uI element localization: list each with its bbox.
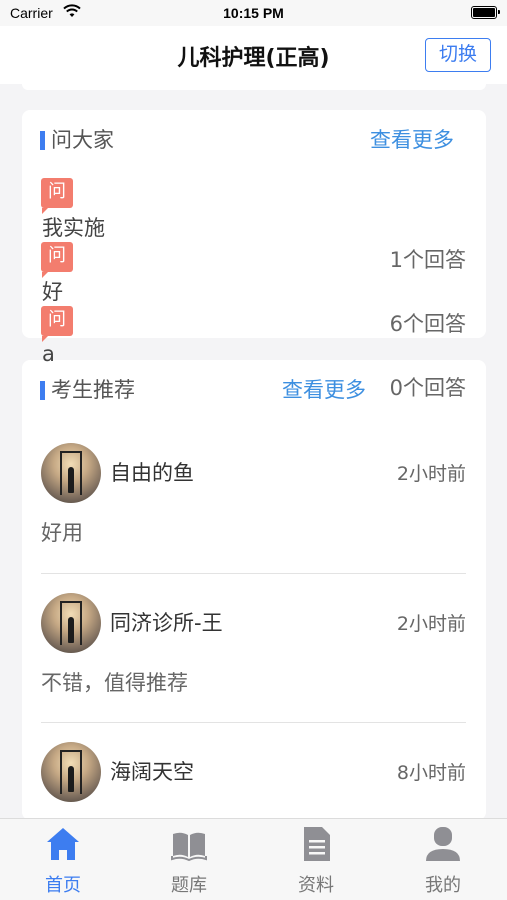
avatar [41,593,101,653]
ask-more-link[interactable]: 查看更多 [370,124,454,154]
avatar [41,742,101,802]
navigation-bar: 儿科护理(正高) 切换 [0,26,507,84]
tab-label: 资料 [298,875,334,896]
tab-materials[interactable]: 资料 [253,819,379,900]
tab-mine[interactable]: 我的 [380,819,506,900]
answer-count: 0个回答 [389,376,466,400]
review-comment: 不错，值得推荐 [41,671,188,695]
review-item[interactable]: 自由的鱼 2小时前 好用 [41,443,466,553]
tab-bar: 首页 题库 资料 我的 [0,818,507,900]
question-text[interactable]: 好 [42,276,63,306]
question-badge: 问 [41,178,73,214]
review-comment: 好用 [41,521,83,545]
answer-count: 1个回答 [389,248,466,272]
divider [41,573,466,574]
home-icon [44,825,82,863]
battery-icon [471,6,500,19]
review-item[interactable]: 海阔天空 8小时前 [41,742,466,818]
reviewer-name: 同济诊所-王 [110,611,223,635]
user-icon [424,825,462,863]
document-icon [297,825,335,863]
question-badge: 问 [41,242,73,278]
question-text[interactable]: 我实施 [42,212,105,242]
clock: 10:15 PM [223,5,284,21]
avatar [41,443,101,503]
review-item[interactable]: 同济诊所-王 2小时前 不错，值得推荐 [41,593,466,703]
section-accent-bar [40,381,45,400]
switch-button[interactable]: 切换 [425,38,491,72]
tab-label: 我的 [425,875,461,896]
recommend-more-link[interactable]: 查看更多 [282,374,366,404]
status-bar: Carrier 10:15 PM [0,0,507,26]
review-time: 8小时前 [396,762,466,784]
tab-question-bank[interactable]: 题库 [126,819,252,900]
recommend-section-title: 考生推荐 [51,378,135,402]
tab-home[interactable]: 首页 [0,819,126,900]
previous-card-edge [22,84,486,90]
ask-section-title: 问大家 [51,128,114,152]
answer-count: 6个回答 [389,312,466,336]
reviewer-name: 海阔天空 [110,760,194,784]
divider [41,722,466,723]
question-text[interactable]: a [42,342,55,366]
review-time: 2小时前 [396,463,466,485]
reviewer-name: 自由的鱼 [110,461,194,485]
tab-label: 首页 [45,875,81,896]
review-time: 2小时前 [396,613,466,635]
book-icon [170,825,208,863]
question-badge: 问 [41,306,73,342]
section-accent-bar [40,131,45,150]
tab-label: 题库 [171,875,207,896]
